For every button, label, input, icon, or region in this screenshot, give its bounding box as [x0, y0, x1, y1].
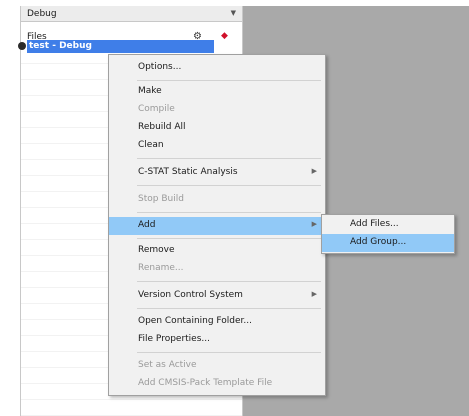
menu-item-remove[interactable]: Remove [109, 242, 325, 260]
menu-item-label: Stop Build [138, 194, 184, 204]
menu-separator [137, 212, 321, 213]
menu-item-add-cmsis-template[interactable]: Add CMSIS-Pack Template File [109, 375, 325, 393]
context-menu: Options... Make Compile Rebuild All Clea… [108, 54, 326, 396]
bug-icon[interactable]: ◆ [221, 31, 228, 41]
menu-item-label: Set as Active [138, 360, 197, 370]
project-name[interactable]: test - Debug [27, 40, 214, 53]
menu-item-add-group[interactable]: Add Group... [322, 234, 454, 252]
menu-separator [137, 185, 321, 186]
menu-item-label: File Properties... [138, 334, 210, 344]
chevron-right-icon: ▶ [311, 290, 317, 298]
menu-item-set-active[interactable]: Set as Active [109, 357, 325, 375]
menu-separator [137, 80, 321, 81]
menu-item-clean[interactable]: Clean [109, 137, 325, 155]
menu-item-label: Add [138, 220, 156, 230]
project-node[interactable]: test - Debug [14, 40, 214, 53]
menu-item-label: Remove [138, 245, 175, 255]
menu-item-file-properties[interactable]: File Properties... [109, 331, 325, 349]
menu-item-stop-build[interactable]: Stop Build [109, 191, 325, 209]
menu-item-label: Rename... [138, 263, 184, 273]
menu-separator [137, 158, 321, 159]
menu-item-label: Add CMSIS-Pack Template File [138, 378, 273, 388]
configuration-dropdown[interactable]: Debug ▼ [21, 6, 242, 22]
menu-item-rename[interactable]: Rename... [109, 260, 325, 278]
chevron-down-icon: ▼ [230, 9, 236, 17]
menu-item-add-files[interactable]: Add Files... [322, 216, 454, 234]
menu-item-rebuild-all[interactable]: Rebuild All [109, 119, 325, 137]
menu-item-make[interactable]: Make [109, 83, 325, 101]
menu-item-label: C-STAT Static Analysis [138, 167, 238, 177]
menu-item-open-folder[interactable]: Open Containing Folder... [109, 313, 325, 331]
menu-item-label: Make [138, 86, 162, 96]
menu-item-add[interactable]: Add ▶ [109, 217, 325, 235]
menu-item-label: Clean [138, 140, 164, 150]
menu-item-label: Rebuild All [138, 122, 186, 132]
menu-separator [137, 352, 321, 353]
chevron-right-icon: ▶ [311, 167, 317, 175]
menu-item-label: Options... [138, 62, 182, 72]
menu-separator [137, 281, 321, 282]
configuration-label: Debug [27, 9, 57, 19]
menu-item-label: Compile [138, 104, 175, 114]
menu-item-cstat[interactable]: C-STAT Static Analysis ▶ [109, 164, 325, 182]
project-status-icon [18, 42, 26, 50]
menu-item-label: Add Group... [350, 237, 407, 247]
menu-separator [137, 238, 321, 239]
menu-item-version-control[interactable]: Version Control System ▶ [109, 287, 325, 305]
menu-separator [137, 308, 321, 309]
menu-item-label: Version Control System [138, 290, 243, 300]
menu-item-compile[interactable]: Compile [109, 101, 325, 119]
menu-item-options[interactable]: Options... [109, 59, 325, 77]
menu-item-label: Open Containing Folder... [138, 316, 252, 326]
add-submenu: Add Files... Add Group... [321, 214, 455, 254]
menu-item-label: Add Files... [350, 219, 399, 229]
chevron-right-icon: ▶ [311, 220, 317, 228]
